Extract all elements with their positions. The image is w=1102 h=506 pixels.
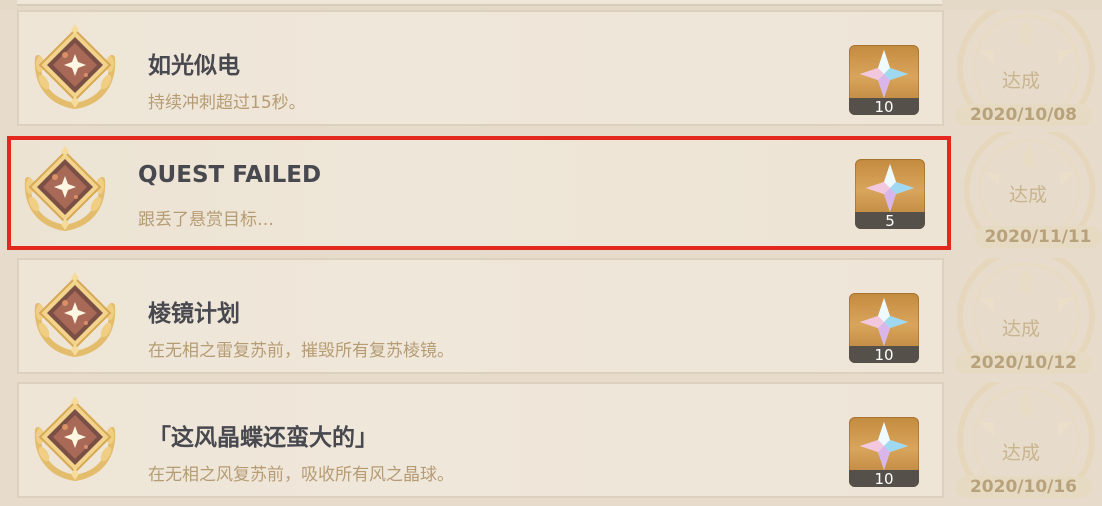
primogem-icon (860, 298, 908, 346)
completion-status: 达成 (1009, 184, 1048, 206)
completion-status: 达成 (1002, 70, 1041, 92)
completion-status: 达成 (1002, 442, 1041, 464)
gold-laurel-badge-icon (34, 272, 116, 357)
completion-seal: 达成 2020/10/12 (950, 258, 1102, 374)
reward-count: 10 (849, 470, 919, 487)
completion-seal: 达成 2020/11/11 (957, 132, 1102, 248)
gold-laurel-badge-icon (34, 24, 116, 109)
completion-date: 2020/11/11 (975, 226, 1101, 248)
reward-item[interactable]: 10 (849, 417, 919, 487)
achievement-title: QUEST FAILED (138, 162, 322, 188)
primogem-icon (866, 164, 914, 212)
achievement-description: 在无相之风复苏前，吸收所有风之晶球。 (148, 465, 454, 485)
completion-date: 2020/10/16 (955, 476, 1092, 498)
gold-laurel-badge-icon (24, 146, 106, 231)
completion-seal: 达成 2020/10/16 (950, 382, 1102, 498)
achievement-row[interactable]: 「这风晶蝶还蛮大的」 在无相之风复苏前，吸收所有风之晶球。 10 达成 2020… (0, 382, 1102, 498)
reward-item[interactable]: 10 (849, 293, 919, 363)
gold-laurel-badge-icon (34, 396, 116, 481)
achievement-list: 如光似电 持续冲刺超过15秒。 10 达成 2020/10/08 QUEST F… (0, 0, 1102, 506)
reward-item[interactable]: 10 (849, 45, 919, 115)
reward-count: 10 (849, 346, 919, 363)
completion-date: 2020/10/08 (955, 104, 1092, 126)
achievement-title: 棱镜计划 (148, 301, 240, 327)
completion-date: 2020/10/12 (955, 352, 1092, 374)
primogem-icon (860, 422, 908, 470)
achievement-row-highlighted[interactable]: QUEST FAILED 跟丢了悬赏目标… 5 达成 2020/11/11 (0, 132, 1102, 250)
achievement-title: 「这风晶蝶还蛮大的」 (148, 425, 378, 451)
achievement-description: 在无相之雷复苏前，摧毁所有复苏棱镜。 (148, 341, 454, 361)
achievement-card-highlighted[interactable] (7, 136, 951, 250)
achievement-row[interactable]: 棱镜计划 在无相之雷复苏前，摧毁所有复苏棱镜。 10 达成 2020/10/12 (0, 258, 1102, 374)
primogem-icon (860, 50, 908, 98)
achievement-title: 如光似电 (148, 53, 240, 79)
reward-count: 5 (855, 212, 925, 229)
reward-item[interactable]: 5 (855, 159, 925, 229)
completion-status: 达成 (1002, 318, 1041, 340)
achievement-description: 持续冲刺超过15秒。 (148, 93, 306, 113)
achievement-description: 跟丢了悬赏目标… (138, 210, 274, 230)
reward-count: 10 (849, 98, 919, 115)
achievement-row[interactable]: 如光似电 持续冲刺超过15秒。 10 达成 2020/10/08 (0, 10, 1102, 126)
completion-seal: 达成 2020/10/08 (950, 10, 1102, 126)
